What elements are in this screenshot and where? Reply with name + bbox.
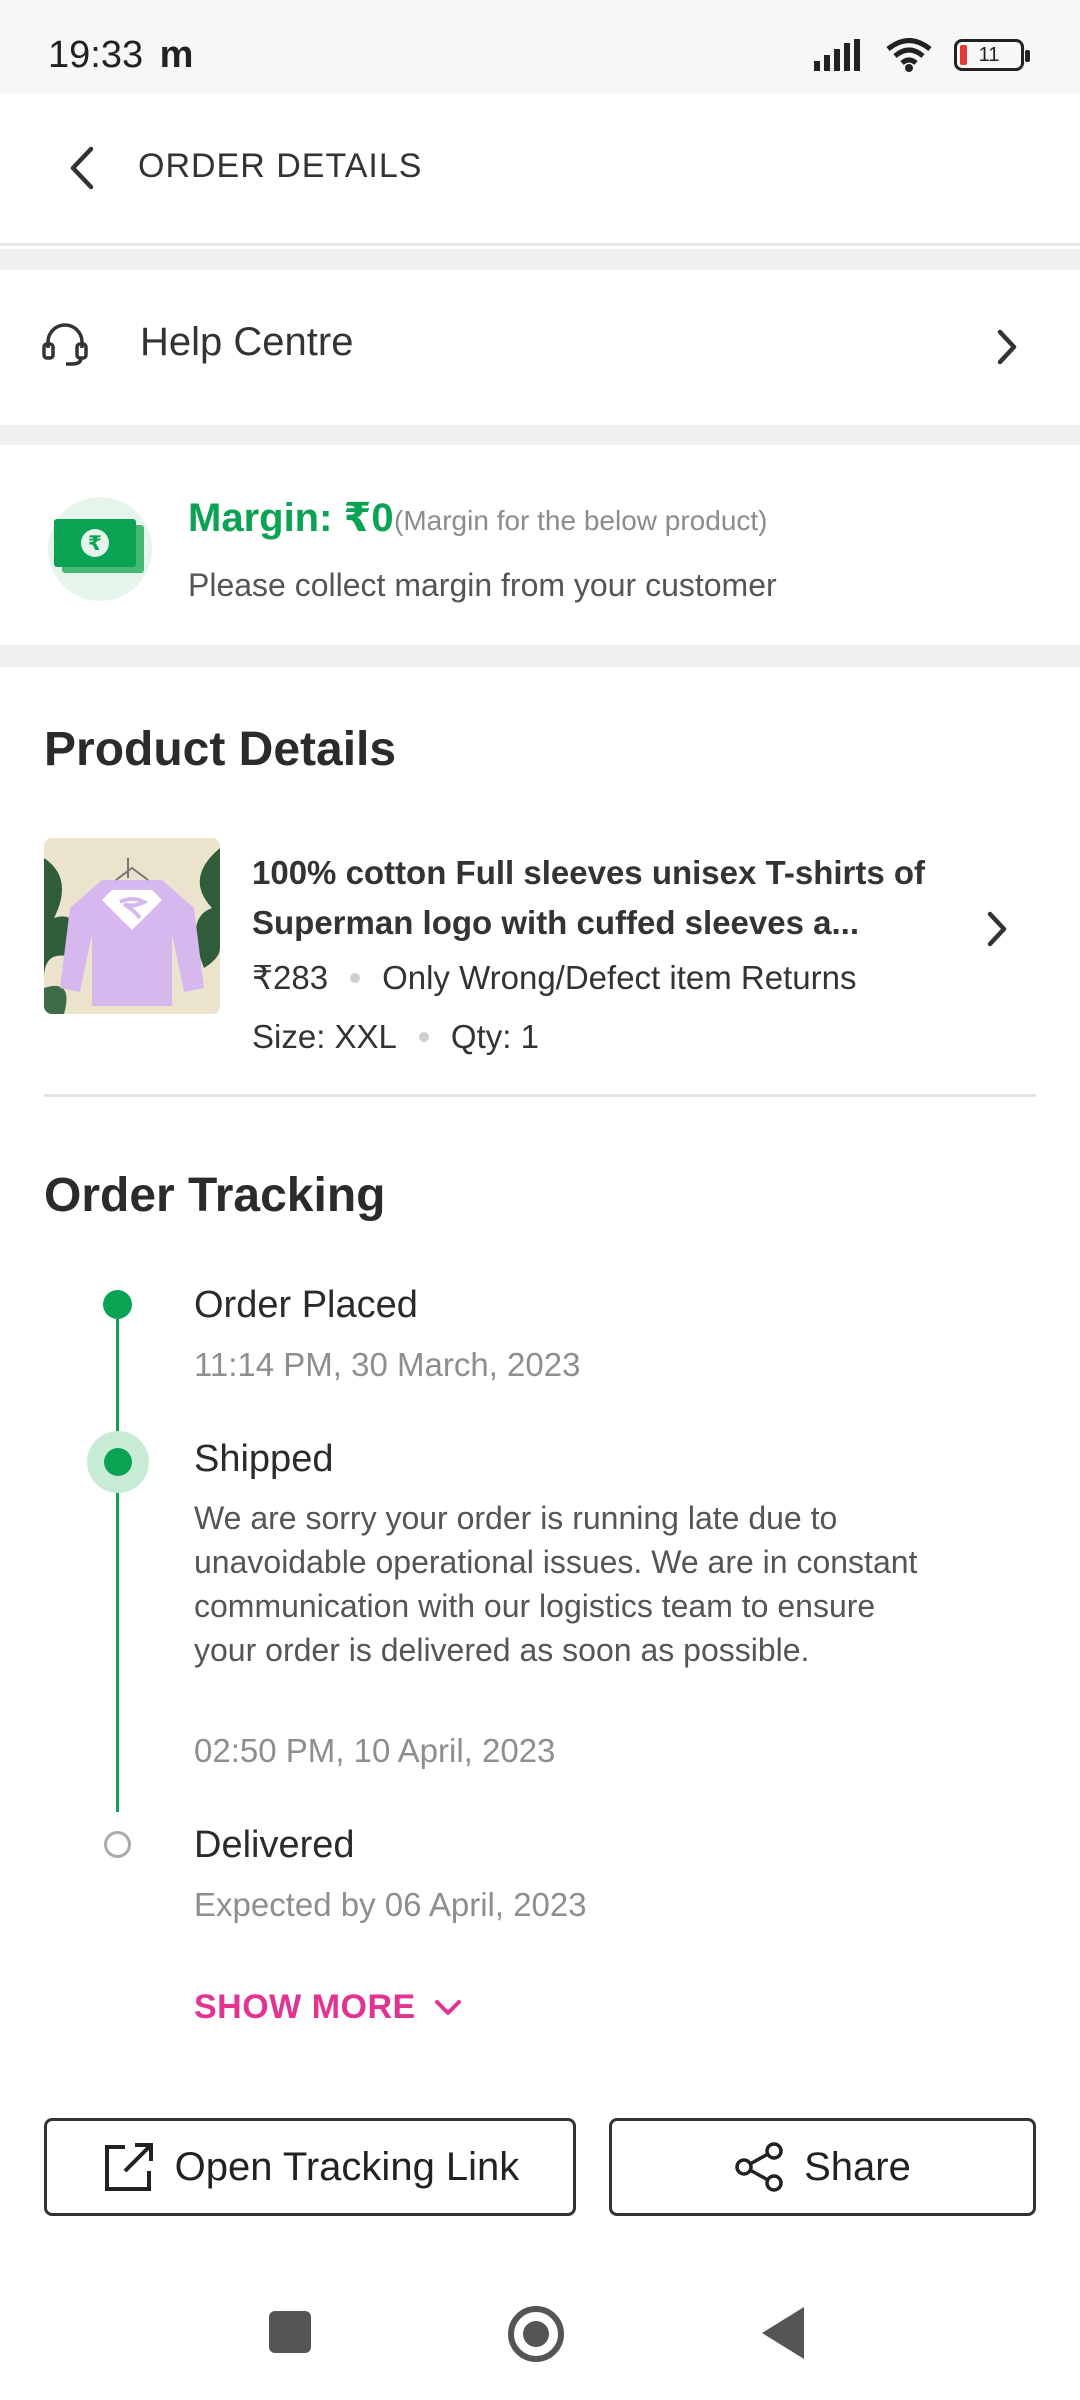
step-dot-current: [87, 1431, 149, 1493]
margin-instruction: Please collect margin from your customer: [188, 567, 777, 603]
chevron-down-icon: [434, 1999, 461, 2015]
carrier-glyph: m: [159, 34, 194, 76]
clock-text: 19:33: [48, 34, 144, 76]
dot-separator: [418, 1032, 429, 1042]
margin-note: (Margin for the below product): [394, 505, 768, 536]
open-tracking-label: Open Tracking Link: [174, 2144, 520, 2189]
wifi-icon: [886, 38, 932, 72]
page-title: ORDER DETAILS: [138, 147, 423, 185]
app-header: ORDER DETAILS: [0, 93, 1080, 246]
section-gap: [0, 249, 1080, 270]
product-size-row: Size: XXL Qty: 1: [252, 1018, 539, 1056]
status-icons: 11: [814, 38, 1030, 72]
battery-level: 11: [978, 43, 1000, 66]
system-back-button[interactable]: [762, 2307, 804, 2359]
svg-text:₹: ₹: [88, 531, 102, 555]
return-policy: Only Wrong/Defect item Returns: [382, 958, 857, 996]
section-gap: [0, 645, 1080, 667]
margin-card: ₹ Margin: ₹0 (Margin for the below produ…: [0, 445, 1080, 645]
step-time: 02:50 PM, 10 April, 2023: [194, 1732, 556, 1769]
step-title: Delivered: [194, 1824, 355, 1866]
battery-icon: 11: [954, 39, 1030, 71]
product-name: 100% cotton Full sleeves unisex T-shirts…: [252, 854, 926, 941]
step-dot-done: [103, 1290, 132, 1319]
status-bar: 19:33 m 11: [0, 0, 1080, 93]
chevron-right-icon: [987, 911, 1007, 947]
signal-icon: [814, 39, 860, 71]
system-nav-bar: [0, 2260, 1080, 2400]
open-tracking-link-button[interactable]: Open Tracking Link: [44, 2118, 576, 2216]
product-qty: Qty: 1: [450, 1018, 539, 1055]
product-price-row: ₹283 Only Wrong/Defect item Returns: [252, 958, 856, 997]
product-size: Size: XXL: [252, 1018, 397, 1055]
help-centre-label: Help Centre: [140, 320, 354, 364]
step-time: Expected by 06 April, 2023: [194, 1886, 587, 1923]
show-more-label: SHOW MORE: [194, 1988, 416, 2026]
money-icon: ₹: [48, 497, 152, 601]
product-details-title: Product Details: [44, 723, 397, 776]
share-icon: [735, 2142, 783, 2192]
status-time: 19:33 m: [48, 34, 193, 77]
share-label: Share: [804, 2144, 911, 2189]
order-tracking-title: Order Tracking: [44, 1169, 386, 1222]
divider: [44, 1094, 1036, 1097]
product-image: [44, 838, 220, 1014]
home-button[interactable]: [508, 2306, 564, 2362]
back-button[interactable]: [52, 138, 112, 198]
timeline-line: [116, 1486, 119, 1812]
step-title: Shipped: [194, 1438, 334, 1480]
headset-icon: [42, 323, 88, 366]
product-price: ₹283: [252, 959, 329, 996]
step-title: Order Placed: [194, 1284, 418, 1326]
external-link-icon: [104, 2143, 153, 2191]
step-time: 11:14 PM, 30 March, 2023: [194, 1346, 581, 1383]
margin-amount: Margin: ₹0: [188, 496, 394, 540]
help-centre-row[interactable]: Help Centre: [0, 270, 1080, 425]
step-dot-pending: [104, 1831, 131, 1858]
show-more-button[interactable]: SHOW MORE: [194, 1988, 462, 2027]
chevron-left-icon: [70, 146, 94, 190]
share-button[interactable]: Share: [609, 2118, 1036, 2216]
section-gap: [0, 425, 1080, 445]
chevron-right-icon: [997, 329, 1017, 365]
step-description: We are sorry your order is running late …: [194, 1500, 918, 1668]
recents-button[interactable]: [269, 2311, 311, 2353]
dot-separator: [350, 972, 361, 983]
